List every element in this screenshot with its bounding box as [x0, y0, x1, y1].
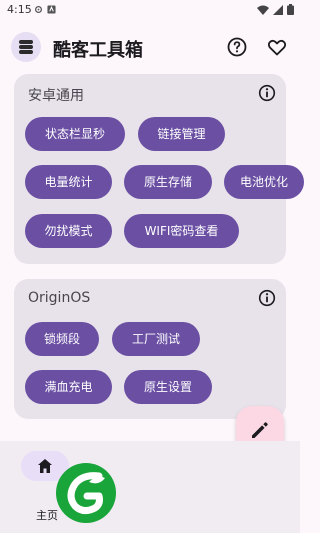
- status-left-icons: [34, 5, 56, 14]
- heart-outline-icon: [267, 39, 287, 56]
- bottom-nav: 主页: [0, 441, 300, 533]
- chip-native-storage[interactable]: 原生存储: [124, 165, 212, 199]
- chip-wifi-password[interactable]: WIFI密码查看: [124, 214, 239, 248]
- chip-battery-stats[interactable]: 电量统计: [25, 165, 112, 199]
- section-title: OriginOS: [28, 290, 91, 306]
- chip-native-settings[interactable]: 原生设置: [124, 370, 212, 404]
- settings-notification-icon: [34, 5, 43, 14]
- chip-statusbar-seconds[interactable]: 状态栏显秒: [25, 117, 125, 151]
- app-title: 酷客工具箱: [53, 40, 143, 61]
- chip-factory-test[interactable]: 工厂测试: [112, 322, 200, 356]
- app-bar: 酷客工具箱: [0, 30, 300, 66]
- info-icon[interactable]: [258, 289, 276, 307]
- home-icon: [38, 459, 52, 473]
- app-logo: [11, 32, 41, 62]
- edit-pencil-icon: [252, 422, 268, 438]
- status-time: 4:15: [7, 3, 32, 16]
- chip-lock-band[interactable]: 锁频段: [25, 322, 99, 356]
- battery-icon: [287, 4, 294, 15]
- info-icon[interactable]: [258, 84, 276, 102]
- help-button[interactable]: [225, 35, 249, 59]
- help-circle-icon: [227, 37, 247, 57]
- favorite-button[interactable]: [265, 35, 289, 59]
- status-bar: 4:15: [0, 0, 300, 22]
- chip-link-manage[interactable]: 链接管理: [138, 117, 225, 151]
- signal-icon: [273, 4, 283, 15]
- section-card-android: 安卓通用 状态栏显秒 链接管理 电量统计 原生存储 电池优化 勿扰模式 WIFI…: [14, 74, 304, 264]
- wifi-icon: [257, 5, 269, 15]
- green-swirl-logo: [56, 463, 116, 523]
- section-card-originos: OriginOS 锁频段 工厂测试 满血充电 原生设置: [14, 279, 286, 419]
- app-notification-icon: [47, 5, 56, 14]
- chip-dnd-mode[interactable]: 勿扰模式: [25, 214, 112, 248]
- layers-icon: [19, 40, 33, 54]
- status-right-icons: [257, 4, 294, 15]
- chip-full-charge[interactable]: 满血充电: [25, 370, 112, 404]
- section-title: 安卓通用: [28, 88, 84, 104]
- chip-battery-optimize[interactable]: 电池优化: [224, 165, 304, 199]
